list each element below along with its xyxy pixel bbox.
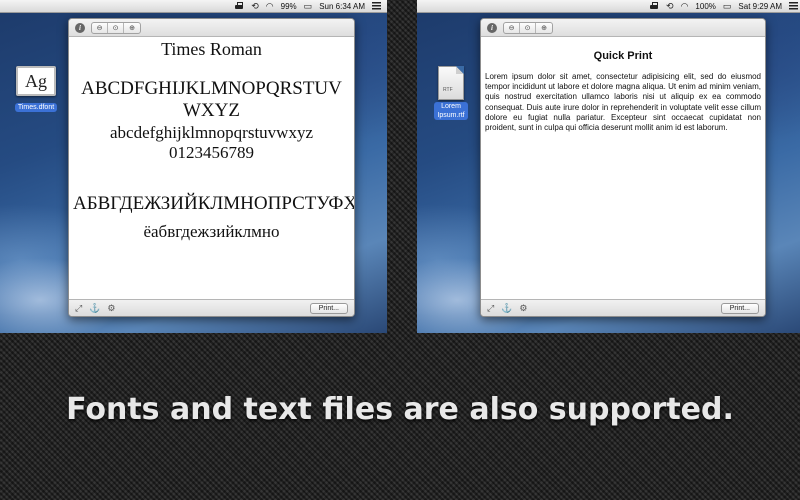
resize-icon[interactable]: ⤢ [75,303,82,313]
zoom-out-icon[interactable]: ⊖ [504,22,520,33]
zoom-actual-icon[interactable]: ⊙ [520,22,536,33]
print-button[interactable]: Print... [309,302,348,314]
quick-look-panel-font: i ⊖ ⊙ ⊕ Times Roman ABCDFGHIJKLMNOPQRSTU… [68,18,355,317]
battery-icon[interactable]: ▭ [304,0,313,12]
text-preview: Quick Print Lorem ipsum dolor sit amet, … [481,38,765,299]
anchor-icon[interactable]: ⚓ [89,303,100,313]
notification-list-icon[interactable] [789,2,798,10]
screen-left: ⟲ ◠ 99% ▭ Sun 6:34 AM Ag Times.dfont i ⊖… [0,0,387,333]
battery-icon[interactable]: ▭ [723,0,732,12]
font-file-glyph: Ag [25,70,47,91]
time-machine-icon[interactable]: ⟲ [666,0,674,12]
font-sample-cyrillic-uppercase: АБВГДЕЖЗИЙКЛМНОПРСТУФХЦЧШЩЪЫЬЭЮЯЁ [73,193,354,214]
quick-print-title: Quick Print [593,50,653,62]
battery-percent[interactable]: 100% [695,2,715,11]
desktop-file-label-line2: Ipsum.rtf [437,112,465,119]
zoom-in-icon[interactable]: ⊕ [124,23,140,33]
font-sample-digits: 0123456789 [169,143,254,162]
zoom-actual-icon[interactable]: ⊙ [108,22,124,33]
panel-footer: ⤢ ⚓ ⚙ Print... [481,299,765,316]
gear-icon[interactable]: ⚙ [519,303,527,313]
font-sample-uppercase: ABCDFGHIJKLMNOPQRSTUVWXYZ [81,78,342,121]
gear-icon[interactable]: ⚙ [107,303,115,313]
font-sample-lowercase: abcdefghijklmnopqrstuvwxyz [109,123,313,142]
menu-bar: ⟲ ◠ 100% ▭ Sat 9:29 AM [417,0,800,13]
anchor-icon[interactable]: ⚓ [501,303,512,313]
desktop-file-lorem-ipsum-rtf[interactable]: RTF Lorem Ipsum.rtf [429,66,473,122]
desktop-file-label-line1: Lorem [441,103,461,110]
desktop-file-times-dfont[interactable]: Ag Times.dfont [8,66,64,114]
promo-caption: Fonts and text files are also supported. [66,392,734,427]
panel-footer: ⤢ ⚓ ⚙ Print... [69,299,354,316]
font-preview: Times Roman ABCDFGHIJKLMNOPQRSTUVWXYZ ab… [69,38,354,299]
menu-clock[interactable]: Sat 9:29 AM [738,2,782,11]
panel-toolbar: i ⊖ ⊙ ⊕ [481,19,765,37]
printer-icon[interactable] [234,2,244,10]
font-name: Times Roman [161,39,262,59]
info-icon[interactable]: i [75,22,85,33]
battery-percent[interactable]: 99% [281,2,297,11]
font-file-icon: Ag [16,66,56,96]
menu-clock[interactable]: Sun 6:34 AM [319,2,365,11]
zoom-controls: ⊖ ⊙ ⊕ [503,21,553,34]
resize-icon[interactable]: ⤢ [487,303,494,313]
print-button[interactable]: Print... [720,302,759,314]
quick-look-panel-text: i ⊖ ⊙ ⊕ Quick Print Lorem ipsum dolor si… [480,18,766,317]
info-icon[interactable]: i [487,22,497,33]
rtf-file-icon: RTF [438,66,464,100]
menu-bar: ⟲ ◠ 99% ▭ Sun 6:34 AM [0,0,387,13]
rtf-file-tag: RTF [443,87,453,93]
time-machine-icon[interactable]: ⟲ [251,0,259,12]
desktop-file-label: Times.dfont [14,103,58,112]
printer-icon[interactable] [649,2,659,10]
panel-toolbar: i ⊖ ⊙ ⊕ [69,19,354,37]
zoom-controls: ⊖ ⊙ ⊕ [91,21,141,34]
zoom-out-icon[interactable]: ⊖ [92,22,108,33]
wifi-icon[interactable]: ◠ [266,0,274,12]
desktop-file-label: Lorem Ipsum.rtf [434,102,468,120]
notification-list-icon[interactable] [372,2,381,10]
font-sample-cyrillic-lowercase: ёабвгдежзийклмно [143,222,280,241]
zoom-in-icon[interactable]: ⊕ [536,23,552,33]
wifi-icon[interactable]: ◠ [681,0,689,12]
screen-right: ⟲ ◠ 100% ▭ Sat 9:29 AM RTF Lorem Ipsum.rt… [417,0,800,333]
document-body-text: Lorem ipsum dolor sit amet, consectetur … [485,72,761,133]
